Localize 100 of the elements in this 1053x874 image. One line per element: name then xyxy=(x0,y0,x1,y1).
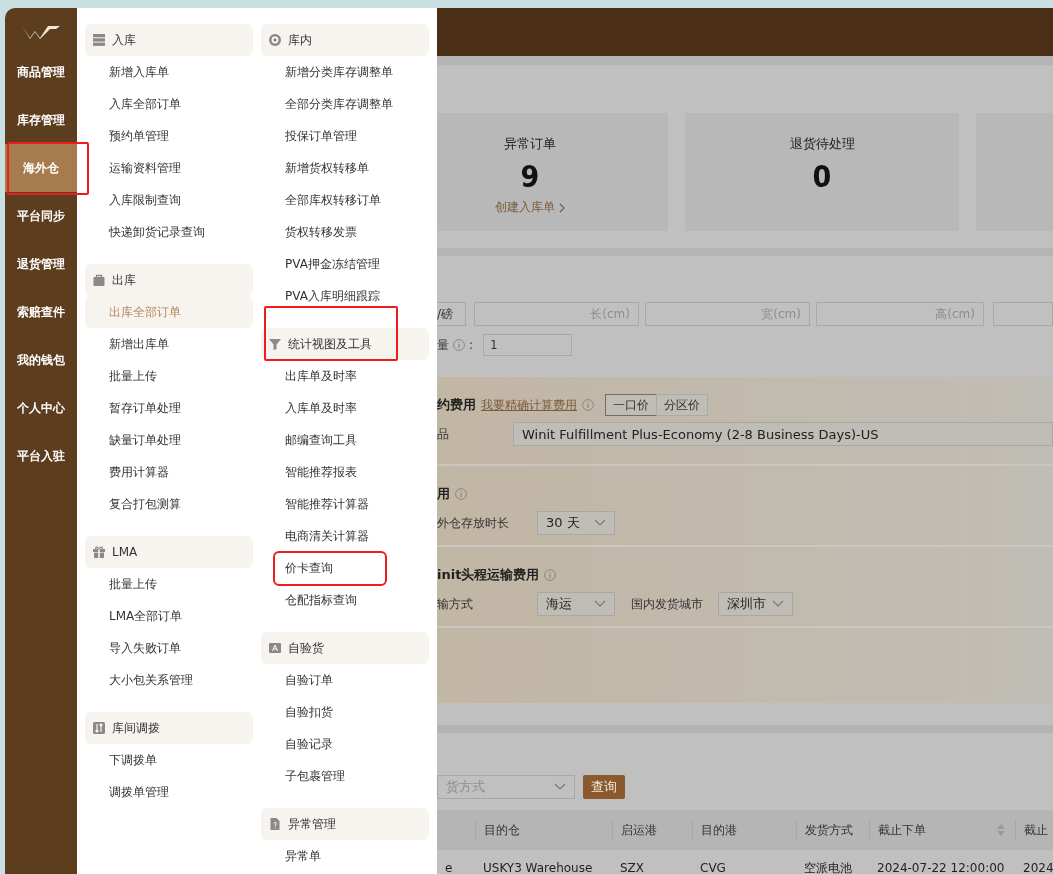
menu-item[interactable]: 预约单管理 xyxy=(85,120,253,152)
menu-item[interactable]: PVA入库明细跟踪 xyxy=(261,280,429,312)
menu-item[interactable]: 暂存订单处理 xyxy=(85,392,253,424)
sidebar-item[interactable]: 索赔查件 xyxy=(5,288,77,336)
colon-label: : xyxy=(469,338,474,352)
sidebar-item[interactable]: 海外仓 xyxy=(5,144,77,192)
menu-item[interactable]: 下调拨单 xyxy=(85,744,253,776)
chevron-down-icon xyxy=(772,600,784,608)
menu-item[interactable]: 费用计算器 xyxy=(85,456,253,488)
menu-item[interactable]: 子包裹管理 xyxy=(261,760,429,792)
menu-item[interactable]: 入库单及时率 xyxy=(261,392,429,424)
group-title: 库内 xyxy=(288,31,312,49)
menu-item[interactable]: 新增出库单 xyxy=(85,328,253,360)
menu-item[interactable]: 自验扣货 xyxy=(261,696,429,728)
table-cell-text: USKY3 Warehouse xyxy=(482,861,594,874)
menu-item[interactable]: 出库单及时率 xyxy=(261,360,429,392)
stat-title: 退货待处理 xyxy=(789,135,855,153)
unit-select[interactable]: /磅 xyxy=(437,302,466,326)
menu-item[interactable]: 智能推荐报表 xyxy=(261,456,429,488)
sidebar-item[interactable]: 平台同步 xyxy=(5,192,77,240)
menu-item[interactable]: 入库限制查询 xyxy=(85,184,253,216)
sidebar-item[interactable]: 我的钱包 xyxy=(5,336,77,384)
quantity-field[interactable]: 1 xyxy=(483,334,573,356)
group-title: 库间调拨 xyxy=(112,719,160,737)
menu-item[interactable]: PVA押金冻结管理 xyxy=(261,248,429,280)
column-header: 启运港 xyxy=(612,820,692,840)
menu-item[interactable]: 全部库权转移订单 xyxy=(261,184,429,216)
menu-item[interactable]: 批量上传 xyxy=(85,360,253,392)
gift-icon xyxy=(92,545,106,559)
duration-label: 外仓存放时长 xyxy=(437,514,510,532)
server-icon xyxy=(92,33,106,47)
chevron-down-icon xyxy=(554,783,566,791)
menu-item[interactable]: 缺量订单处理 xyxy=(85,424,253,456)
table-cell-text: 2024 xyxy=(1022,861,1053,874)
duration-select[interactable]: 30 天 xyxy=(537,511,615,535)
sidebar-item[interactable]: 平台入驻 xyxy=(5,432,77,480)
image-icon xyxy=(268,641,282,655)
pricing-toggle[interactable]: 一口价 xyxy=(605,394,657,416)
stat-title: 异常订单 xyxy=(504,135,556,153)
menu-item[interactable]: 投保订单管理 xyxy=(261,120,429,152)
group-title: 统计视图及工具 xyxy=(288,335,372,353)
menu-item[interactable]: 新增分类库存调整单 xyxy=(261,56,429,88)
sidebar-item[interactable]: 库存管理 xyxy=(5,96,77,144)
menu-item[interactable]: 新增货权转移单 xyxy=(261,152,429,184)
sort-icon[interactable] xyxy=(997,824,1005,836)
menu-item[interactable]: 批量上传 xyxy=(85,568,253,600)
menu-item[interactable]: 仓配指标查询 xyxy=(261,584,429,616)
column-header: 截止 xyxy=(1015,820,1053,840)
menu-item[interactable]: 价卡查询 xyxy=(273,551,387,586)
table-cell-text: e xyxy=(444,861,454,874)
info-icon xyxy=(544,569,557,581)
menu-item[interactable]: 入库全部订单 xyxy=(85,88,253,120)
table-cell-text: SZX xyxy=(619,861,646,874)
menu-item[interactable]: 自验记录 xyxy=(261,728,429,760)
method-select[interactable]: 海运 xyxy=(537,592,615,616)
section-title: 约费用 xyxy=(437,396,476,414)
info-icon xyxy=(582,399,594,411)
table-cell-text: 空派电池 xyxy=(803,859,853,874)
column-header: 目的仓 xyxy=(475,820,612,840)
stat-value: 9 xyxy=(520,159,540,195)
funnel-icon xyxy=(268,337,282,351)
menu-item[interactable]: 导入失败订单 xyxy=(85,632,253,664)
chevron-down-icon xyxy=(594,519,606,527)
info-icon xyxy=(455,488,467,500)
column-header: 目的港 xyxy=(692,820,796,840)
product-select[interactable]: Winit Fulfillment Plus-Economy (2-8 Business Days)-US xyxy=(513,422,1053,446)
group-title: 入库 xyxy=(112,31,136,49)
menu-item[interactable]: 邮编查询工具 xyxy=(261,424,429,456)
section-title: init头程运输费用 xyxy=(437,566,540,584)
product-label: 品 xyxy=(437,425,450,443)
info-icon xyxy=(453,339,465,351)
menu-item[interactable]: 货权转移发票 xyxy=(261,216,429,248)
menu-item[interactable]: 全部分类库存调整单 xyxy=(261,88,429,120)
menu-item[interactable]: 快递卸货记录查询 xyxy=(85,216,253,248)
pricing-toggle[interactable]: 分区价 xyxy=(656,394,708,416)
swap-icon xyxy=(92,721,106,735)
chevron-down-icon xyxy=(594,600,606,608)
menu-item[interactable]: 运输资料管理 xyxy=(85,152,253,184)
menu-item[interactable]: LMA全部订单 xyxy=(85,600,253,632)
group-title: LMA xyxy=(112,545,138,559)
menu-item[interactable]: 复合打包测算 xyxy=(85,488,253,520)
sidebar-item[interactable]: 个人中心 xyxy=(5,384,77,432)
menu-item[interactable]: 异常单 xyxy=(261,840,429,872)
menu-item[interactable]: 大小包关系管理 xyxy=(85,664,253,696)
sidebar-item[interactable]: 退货管理 xyxy=(5,240,77,288)
bag-icon xyxy=(92,273,106,287)
menu-item[interactable]: 新增入库单 xyxy=(85,56,253,88)
column-header: 发货方式 xyxy=(796,820,869,840)
dimension-field[interactable] xyxy=(993,302,1053,326)
stat-value: 0 xyxy=(812,159,832,195)
city-select[interactable]: 深圳市 xyxy=(718,592,793,616)
menu-item[interactable]: 调拨单管理 xyxy=(85,776,253,808)
group-title: 自验货 xyxy=(288,639,324,657)
chevron-right-icon xyxy=(558,202,566,213)
query-button[interactable]: 查询 xyxy=(583,775,625,799)
menu-item[interactable]: 电商清关计算器 xyxy=(261,520,429,552)
menu-item[interactable]: 智能推荐计算器 xyxy=(261,488,429,520)
sidebar-item[interactable]: 商品管理 xyxy=(5,48,77,96)
menu-item[interactable]: 自验订单 xyxy=(261,664,429,696)
city-label: 国内发货城市 xyxy=(631,595,703,613)
